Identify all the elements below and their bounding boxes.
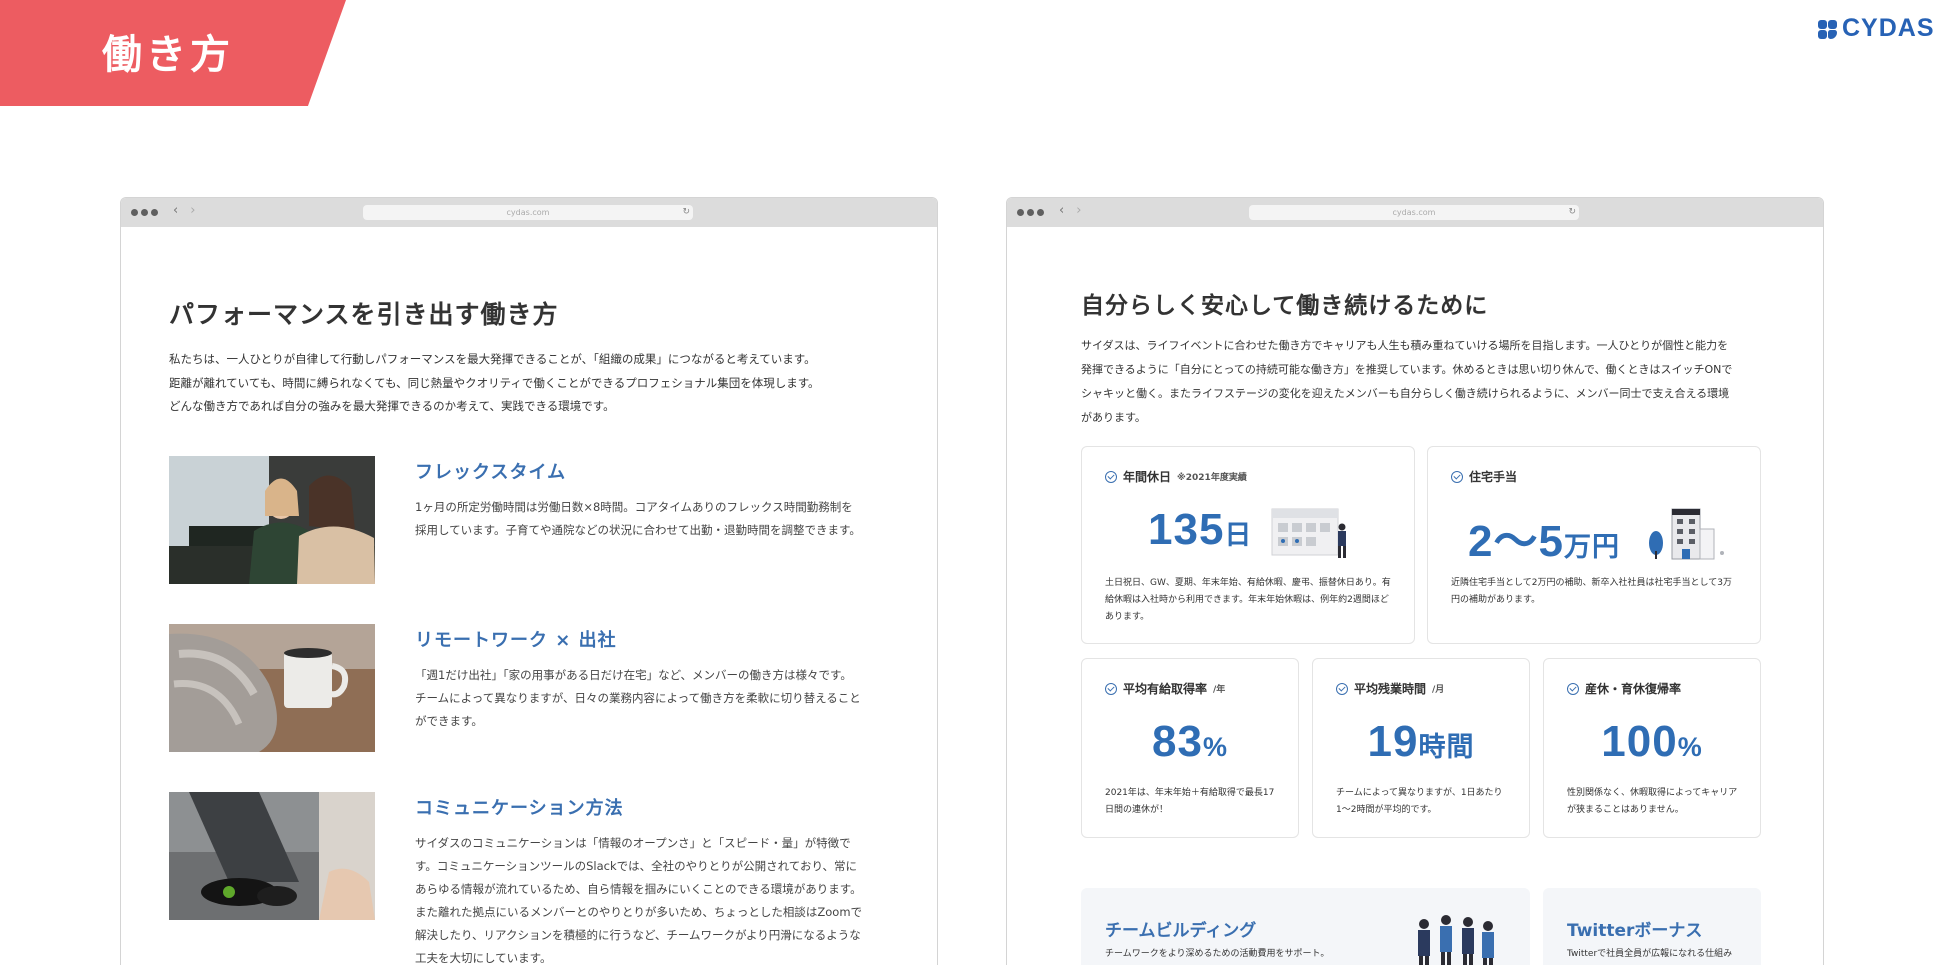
card-twitter-bonus: Twitterボーナス Twitterで社員全員が広報になれる仕組み bbox=[1543, 888, 1761, 965]
card-text: 性別関係なく、休暇取得によってキャリア が狭まることはありません。 bbox=[1567, 788, 1738, 815]
card-paid-leave-rate: 平均有給取得率 /年 83% 2021年は、年末年始＋有給取得で最長17 日間の… bbox=[1081, 658, 1299, 838]
address-bar[interactable]: cydas.com ↻ bbox=[363, 205, 693, 220]
reload-icon[interactable]: ↻ bbox=[682, 205, 690, 220]
check-icon bbox=[1105, 470, 1117, 483]
forward-icon[interactable]: › bbox=[190, 203, 195, 218]
feature-flextime: フレックスタイム 1ヶ月の所定労働時間は労働日数×8時間。コアタイムありのフレッ… bbox=[169, 456, 899, 586]
calendar-illustration-icon bbox=[1271, 508, 1346, 558]
feature-remote-work: リモートワーク × 出社 「週1だけ出社」「家の用事がある日だけ在宅」など、メン… bbox=[169, 624, 899, 754]
stat-value: 135日 bbox=[1148, 505, 1253, 554]
card-overtime: 平均残業時間 /月 19時間 チームによって異なりますが、1日あたり 1〜2時間… bbox=[1312, 658, 1530, 838]
feature-communication: コミュニケーション方法 サイダスのコミュニケーションは「情報のオープンさ」と「ス… bbox=[169, 792, 899, 965]
stat-value: 83% bbox=[1152, 717, 1228, 766]
url-text: cydas.com bbox=[506, 208, 550, 217]
feature-text: 「週1だけ出社」「家の用事がある日だけ在宅」など、メンバーの働き方は様々です。 … bbox=[415, 668, 861, 728]
window-controls[interactable] bbox=[131, 209, 158, 216]
browser-window-left: ‹ › cydas.com ↻ パフォーマンスを引き出す働き方 私たちは、一人ひ… bbox=[120, 197, 938, 965]
card-text: 2021年は、年末年始＋有給取得で最長17 日間の連休が！ bbox=[1105, 788, 1275, 815]
browser-toolbar: ‹ › cydas.com ↻ bbox=[121, 198, 937, 227]
browser-toolbar: ‹ › cydas.com ↻ bbox=[1007, 198, 1823, 227]
stat-value: 2〜5万円 bbox=[1468, 517, 1620, 566]
card-text: 土日祝日、GW、夏期、年末年始、有給休暇、慶弔、振替休日あり。有 給休暇は入社時… bbox=[1105, 578, 1391, 622]
reload-icon[interactable]: ↻ bbox=[1568, 205, 1576, 220]
stat-value: 100% bbox=[1601, 717, 1703, 766]
card-text: チームワークをより深めるための活動費用をサポート。 bbox=[1105, 949, 1330, 959]
card-suffix: /年 bbox=[1213, 685, 1226, 695]
feature-title: フレックスタイム bbox=[415, 462, 567, 483]
logo-text: CYDAS bbox=[1842, 14, 1935, 42]
feature-text: サイダスのコミュニケーションは「情報のオープンさ」と「スピード・量」が特徴で す… bbox=[415, 836, 863, 965]
card-label: 平均有給取得率 bbox=[1123, 682, 1208, 696]
headphones-photo bbox=[169, 792, 375, 920]
back-icon[interactable]: ‹ bbox=[173, 203, 178, 218]
address-bar[interactable]: cydas.com ↻ bbox=[1249, 205, 1579, 220]
card-team-building: チームビルディング チームワークをより深めるための活動費用をサポート。 bbox=[1081, 888, 1530, 965]
section-title: パフォーマンスを引き出す働き方 bbox=[169, 300, 559, 329]
card-label: 平均残業時間 bbox=[1354, 682, 1427, 696]
check-icon bbox=[1105, 682, 1117, 695]
card-title: チームビルディング bbox=[1105, 921, 1257, 941]
check-icon bbox=[1451, 470, 1463, 483]
check-icon bbox=[1567, 682, 1579, 695]
card-note: ※2021年度実績 bbox=[1177, 473, 1247, 483]
card-text: Twitterで社員全員が広報になれる仕組み bbox=[1567, 949, 1733, 959]
card-parental-leave-return: 産休・育休復帰率 100% 性別関係なく、休暇取得によってキャリア が狭まること… bbox=[1543, 658, 1761, 838]
section-intro: 私たちは、一人ひとりが自律して行動しパフォーマンスを最大発揮できることが、「組織… bbox=[169, 352, 820, 413]
logo-mark-icon bbox=[1818, 18, 1838, 40]
check-icon bbox=[1336, 682, 1348, 695]
card-annual-holidays: 年間休日 ※2021年度実績 135日 土日祝日、GW、夏期、年末年始、有給休暇… bbox=[1081, 446, 1415, 644]
office-photo bbox=[169, 456, 375, 584]
url-text: cydas.com bbox=[1392, 208, 1436, 217]
card-label: 産休・育休復帰率 bbox=[1585, 682, 1682, 696]
section-title: 自分らしく安心して働き続けるために bbox=[1081, 293, 1489, 319]
section-intro: サイダスは、ライフイベントに合わせた働き方でキャリアも人生も積み重ねていける場所… bbox=[1081, 339, 1733, 424]
page-title: 働き方 bbox=[102, 32, 234, 78]
building-illustration-icon bbox=[1649, 508, 1724, 560]
forward-icon[interactable]: › bbox=[1076, 203, 1081, 218]
team-illustration-icon bbox=[1418, 915, 1494, 965]
card-text: チームによって異なりますが、1日あたり 1〜2時間が平均的です。 bbox=[1336, 788, 1503, 815]
window-controls[interactable] bbox=[1017, 209, 1044, 216]
card-title: Twitterボーナス bbox=[1567, 921, 1703, 941]
card-label: 住宅手当 bbox=[1469, 470, 1518, 484]
browser-window-right: ‹ › cydas.com ↻ 自分らしく安心して働き続けるために サイダスは、… bbox=[1006, 197, 1824, 965]
card-text: 近隣住宅手当として2万円の補助、新卒入社社員は社宅手当として3万 円の補助があり… bbox=[1451, 578, 1732, 605]
mug-photo bbox=[169, 624, 375, 752]
cydas-logo: CYDAS bbox=[1818, 14, 1935, 43]
feature-text: 1ヶ月の所定労働時間は労働日数×8時間。コアタイムありのフレックス時間勤務制を … bbox=[415, 500, 861, 537]
card-label: 年間休日 bbox=[1123, 470, 1172, 484]
feature-title: コミュニケーション方法 bbox=[415, 798, 624, 819]
card-suffix: /月 bbox=[1432, 685, 1445, 695]
stat-value: 19時間 bbox=[1367, 717, 1475, 766]
back-icon[interactable]: ‹ bbox=[1059, 203, 1064, 218]
feature-title: リモートワーク × 出社 bbox=[415, 630, 617, 651]
card-housing-allowance: 住宅手当 2〜5万円 近隣住宅手当として2万円の補助、新卒入社社員は社宅手当とし… bbox=[1427, 446, 1761, 644]
